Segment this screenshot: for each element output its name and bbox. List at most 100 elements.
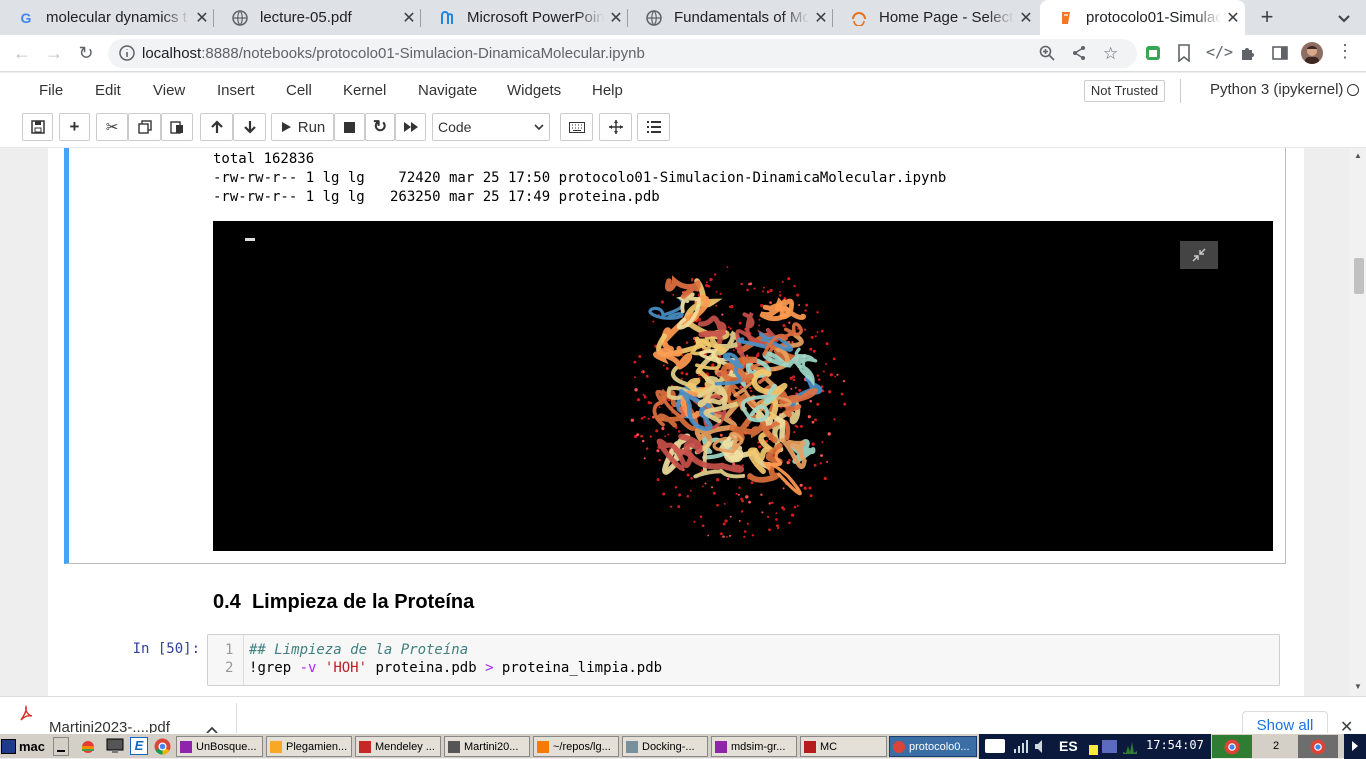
- taskbar-item[interactable]: Docking-...: [622, 736, 708, 757]
- kernel-name[interactable]: Python 3 (ipykernel): [1210, 81, 1343, 98]
- share-icon[interactable]: [1071, 45, 1087, 64]
- chrome-launcher-icon[interactable]: [154, 738, 171, 755]
- close-tab-icon[interactable]: ✕: [1014, 8, 1038, 28]
- run-button[interactable]: Run: [271, 113, 334, 141]
- save-button[interactable]: [22, 113, 53, 141]
- water-dot: [711, 363, 715, 367]
- reload-icon[interactable]: ↻: [74, 42, 98, 64]
- water-dot: [817, 378, 821, 381]
- workspace-2[interactable]: 2: [1256, 735, 1296, 758]
- browser-tab-2[interactable]: lecture-05.pdf ✕: [214, 0, 421, 35]
- zoom-icon[interactable]: [1039, 45, 1055, 64]
- menubar-margin: [0, 73, 22, 108]
- back-icon[interactable]: ←: [10, 42, 34, 64]
- book-icon[interactable]: [985, 739, 1005, 753]
- paste-button[interactable]: [161, 113, 193, 141]
- close-tab-icon[interactable]: ✕: [604, 8, 628, 28]
- browser-tab-6[interactable]: protocolo01-Simulac ✕: [1040, 0, 1245, 35]
- browser-menu-icon[interactable]: ⋮: [1336, 41, 1354, 62]
- forward-icon[interactable]: →: [42, 42, 66, 64]
- bookmark-icon[interactable]: [1177, 44, 1191, 65]
- menu-widgets[interactable]: Widgets: [507, 82, 561, 99]
- jupyter-icon: [1058, 10, 1074, 26]
- keyboard-layout[interactable]: ES: [1059, 738, 1078, 754]
- scroll-up-icon[interactable]: ▲: [1354, 151, 1362, 160]
- taskbar-item[interactable]: MC: [800, 736, 887, 757]
- close-tab-icon[interactable]: ✕: [397, 8, 421, 28]
- celltoolbar-button[interactable]: [599, 113, 632, 141]
- url-text[interactable]: localhost:8888/notebooks/protocolo01-Sim…: [142, 45, 645, 62]
- move-up-button[interactable]: [200, 113, 233, 141]
- code-icon[interactable]: </>: [1206, 43, 1233, 61]
- compress-icon: [1192, 248, 1206, 262]
- water-dot: [634, 376, 636, 379]
- restart-button[interactable]: ↻: [365, 113, 395, 141]
- editor-launcher-icon[interactable]: E: [130, 737, 148, 755]
- interrupt-button[interactable]: [334, 113, 365, 141]
- move-down-button[interactable]: [233, 113, 266, 141]
- browser-tab-4[interactable]: Fundamentals of Mo ✕: [628, 0, 833, 35]
- terminal-launcher-icon[interactable]: [106, 738, 124, 754]
- restart-run-all-button[interactable]: [395, 113, 426, 141]
- download-item[interactable]: [18, 704, 34, 726]
- clock[interactable]: 17:54:07: [1146, 738, 1204, 752]
- menu-kernel[interactable]: Kernel: [343, 82, 386, 99]
- cut-button[interactable]: ✂: [96, 113, 128, 141]
- menu-insert[interactable]: Insert: [217, 82, 255, 99]
- extension-green-icon[interactable]: [1144, 44, 1162, 62]
- menu-edit[interactable]: Edit: [95, 82, 121, 99]
- trusted-indicator[interactable]: Not Trusted: [1084, 80, 1165, 102]
- browser-tab-5[interactable]: Home Page - Select o ✕: [833, 0, 1038, 35]
- globe-icon: [232, 9, 248, 26]
- toc-button[interactable]: [637, 113, 670, 141]
- command-palette-button[interactable]: [560, 113, 593, 141]
- apple-icon[interactable]: [80, 738, 96, 754]
- site-info-icon[interactable]: [119, 45, 135, 61]
- cell-type-select[interactable]: Code: [432, 113, 550, 141]
- fullscreen-toggle-button[interactable]: [1180, 241, 1218, 269]
- page-scrollbar[interactable]: ▲ ▼: [1350, 148, 1366, 696]
- browser-tab-3[interactable]: Microsoft PowerPoin ✕: [421, 0, 628, 35]
- water-dot: [776, 524, 779, 528]
- workspace-1[interactable]: [1212, 735, 1252, 758]
- close-tab-icon[interactable]: ✕: [809, 8, 833, 28]
- menu-navigate[interactable]: Navigate: [418, 82, 477, 99]
- taskbar-item[interactable]: UnBosque...: [176, 736, 263, 757]
- fast-forward-icon: [403, 122, 418, 132]
- taskbar-item[interactable]: Martini20...: [444, 736, 530, 757]
- taskbar-item[interactable]: mdsim-gr...: [711, 736, 797, 757]
- taskbar-item[interactable]: Plegamien...: [266, 736, 352, 757]
- taskbar-item[interactable]: Mendeley ...: [355, 736, 441, 757]
- copy-button[interactable]: [128, 113, 161, 141]
- show-desktop-button[interactable]: [53, 737, 69, 756]
- browser-tab-1[interactable]: G molecular dynamics t ✕: [0, 0, 214, 35]
- taskbar-item[interactable]: ~/repos/lg...: [533, 736, 619, 757]
- close-tab-icon[interactable]: ✕: [190, 8, 214, 28]
- water-dot: [781, 506, 785, 510]
- network-icon[interactable]: [1013, 739, 1029, 757]
- tab-search-icon[interactable]: [1334, 8, 1354, 28]
- tray-scroll[interactable]: [1344, 734, 1366, 759]
- bookmark-star-icon[interactable]: ☆: [1103, 44, 1118, 64]
- address-bar[interactable]: localhost:8888/notebooks/protocolo01-Sim…: [108, 39, 1137, 68]
- water-dot: [833, 418, 836, 421]
- menu-cell[interactable]: Cell: [286, 82, 312, 99]
- water-dot: [827, 432, 831, 436]
- menu-file[interactable]: File: [39, 82, 63, 99]
- close-tab-icon[interactable]: ✕: [1221, 8, 1245, 28]
- puzzle-icon[interactable]: [1239, 44, 1257, 65]
- scroll-down-icon[interactable]: ▼: [1354, 682, 1362, 691]
- code-cell[interactable]: 1 2 ## Limpieza de la Proteína !grep -v …: [207, 634, 1280, 686]
- new-tab-button[interactable]: +: [1254, 4, 1280, 30]
- volume-icon[interactable]: [1034, 739, 1048, 757]
- molecule-viewer[interactable]: [213, 221, 1273, 551]
- taskbar-item-active[interactable]: protocolo0...: [889, 736, 977, 757]
- insert-cell-button[interactable]: +: [59, 113, 90, 141]
- menu-view[interactable]: View: [153, 82, 185, 99]
- profile-avatar[interactable]: [1301, 42, 1323, 64]
- side-panel-icon[interactable]: [1271, 44, 1289, 65]
- start-button[interactable]: mac: [1, 736, 45, 757]
- scrollbar-thumb[interactable]: [1354, 258, 1364, 294]
- workspace-3[interactable]: [1298, 735, 1338, 758]
- menu-help[interactable]: Help: [592, 82, 623, 99]
